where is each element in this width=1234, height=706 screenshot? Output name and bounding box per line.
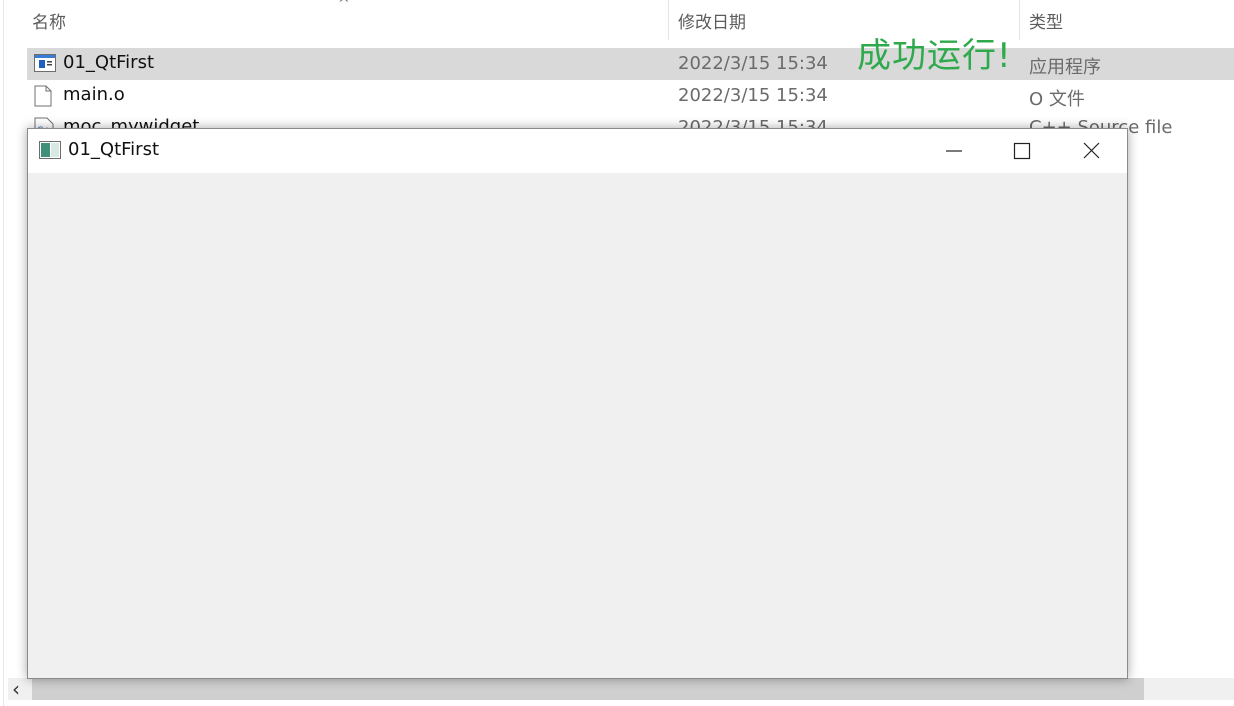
file-icon <box>34 85 52 111</box>
file-modified: 2022/3/15 15:34 <box>678 85 828 106</box>
column-divider[interactable] <box>1019 0 1020 40</box>
file-name: main.o <box>63 84 125 105</box>
column-header-bar: ^ 名称 修改日期 类型 <box>0 0 1234 40</box>
qt-app-icon <box>39 141 61 163</box>
window-client-area[interactable] <box>28 173 1127 678</box>
file-row-selected[interactable]: 01_QtFirst 2022/3/15 15:34 应用程序 <box>27 48 1234 80</box>
application-icon <box>34 54 56 76</box>
minimize-button[interactable] <box>917 129 987 173</box>
file-row[interactable]: main.o 2022/3/15 15:34 O 文件 <box>27 80 1234 112</box>
close-icon <box>1083 142 1100 159</box>
maximize-icon <box>1013 142 1031 160</box>
column-header-name[interactable]: 名称 <box>32 8 66 33</box>
column-header-type[interactable]: 类型 <box>1029 8 1063 33</box>
maximize-button[interactable] <box>987 129 1057 173</box>
file-type: 应用程序 <box>1029 57 1101 78</box>
file-type: O 文件 <box>1029 89 1085 110</box>
minimize-icon <box>946 150 962 152</box>
explorer-left-border <box>3 0 4 706</box>
qt-app-window[interactable]: 01_QtFirst <box>27 128 1128 679</box>
column-header-modified[interactable]: 修改日期 <box>678 8 746 33</box>
scrollbar-thumb[interactable] <box>32 678 1144 700</box>
window-title: 01_QtFirst <box>68 139 160 160</box>
file-name: 01_QtFirst <box>63 52 155 73</box>
close-button[interactable] <box>1057 129 1127 173</box>
sort-ascending-icon[interactable]: ^ <box>338 0 350 12</box>
file-modified: 2022/3/15 15:34 <box>678 53 828 74</box>
window-titlebar[interactable]: 01_QtFirst <box>28 129 1127 173</box>
column-divider[interactable] <box>668 0 669 40</box>
scroll-left-icon[interactable]: ‹ <box>12 678 20 700</box>
success-annotation: 成功运行! <box>857 36 1012 76</box>
horizontal-scrollbar[interactable]: ‹ <box>8 678 1234 700</box>
